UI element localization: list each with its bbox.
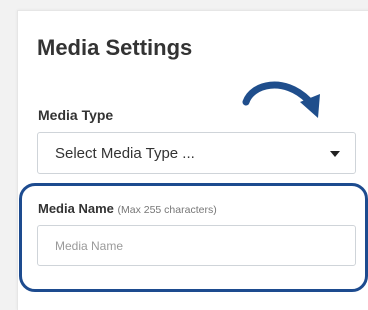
media-name-hint: (Max 255 characters)	[117, 204, 217, 216]
media-name-label: Media Name (Max 255 characters)	[38, 201, 217, 216]
media-type-select[interactable]: Select Media Type ...	[37, 132, 356, 174]
media-type-label: Media Type	[38, 107, 114, 123]
curved-arrow-icon	[242, 81, 320, 118]
media-name-input[interactable]	[37, 225, 356, 266]
media-type-selected-value: Select Media Type ...	[55, 145, 195, 162]
panel-title: Media Settings	[37, 35, 193, 60]
media-name-label-text: Media Name	[38, 201, 114, 216]
caret-down-icon	[330, 151, 340, 157]
